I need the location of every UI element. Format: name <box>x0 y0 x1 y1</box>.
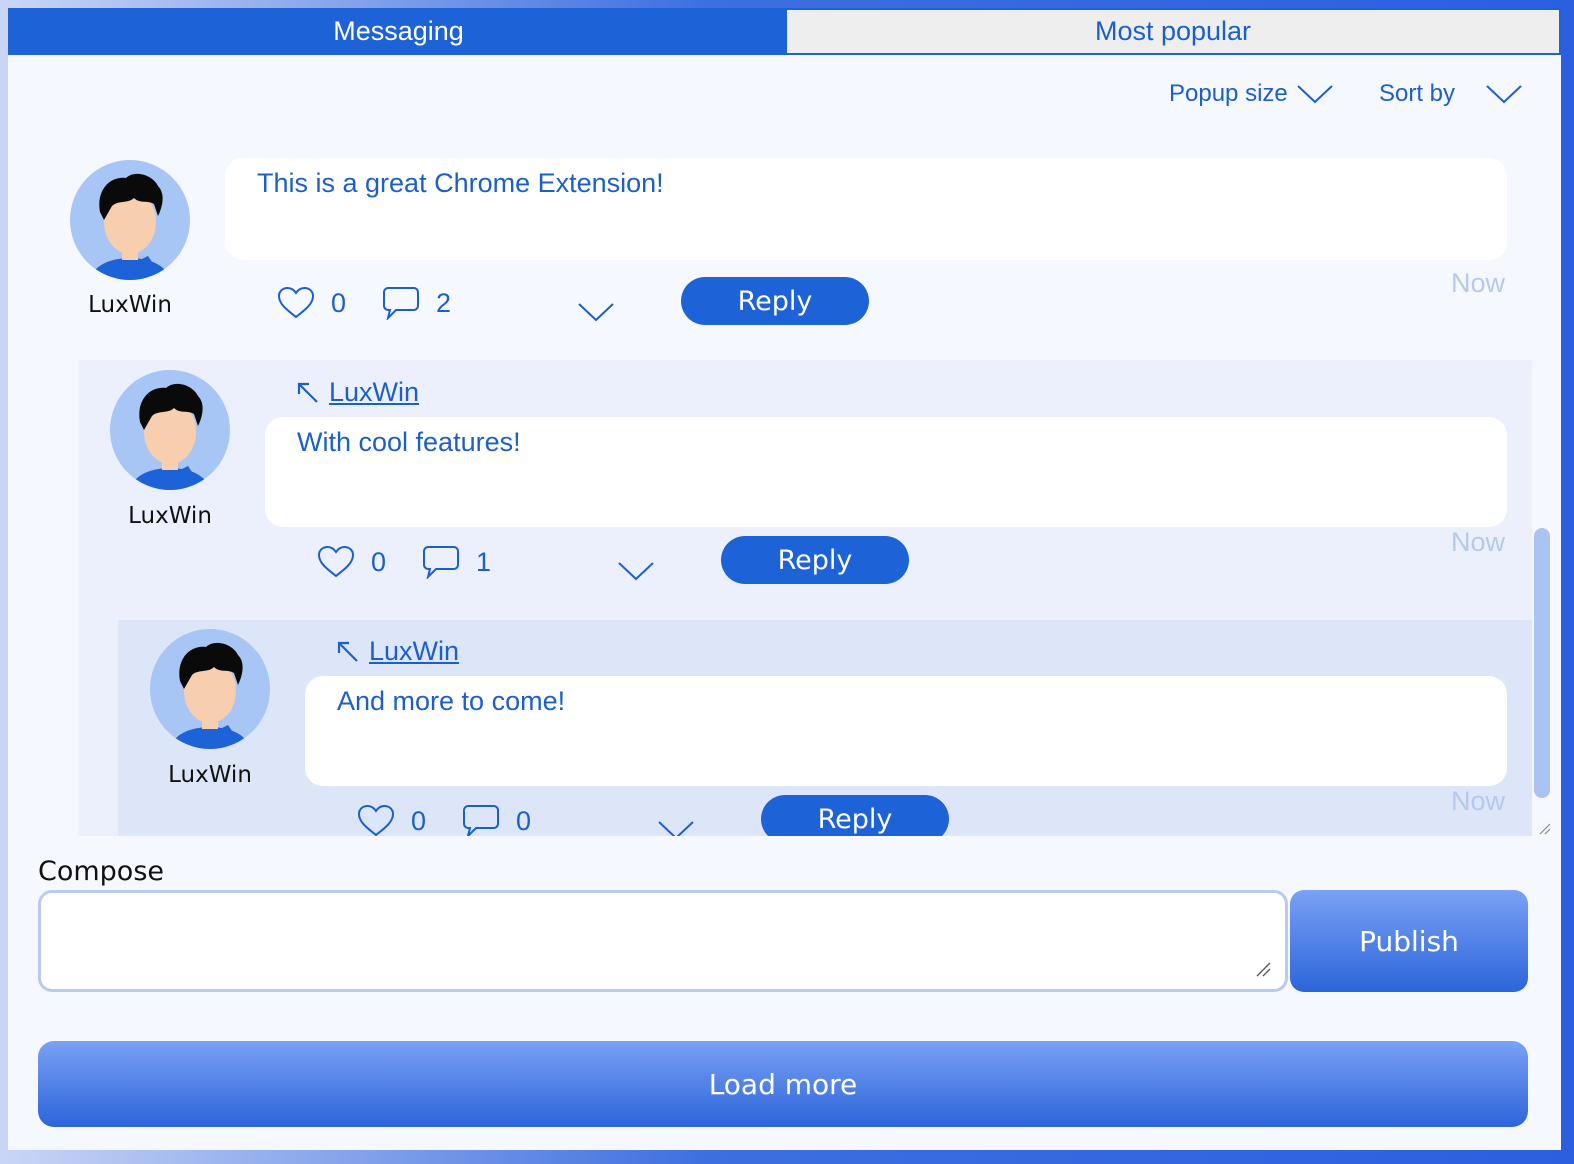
comment-stat: 1 <box>422 545 491 579</box>
chevron-down-icon[interactable] <box>657 819 695 836</box>
message-bubble: And more to come! <box>305 676 1507 786</box>
reply-button[interactable]: Reply <box>761 795 949 836</box>
like-count: 0 <box>411 805 427 836</box>
comment-count: 0 <box>516 805 532 836</box>
message-list[interactable]: LuxWin This is a great Chrome Extension!… <box>8 128 1541 836</box>
comment-count: 1 <box>476 546 492 577</box>
user-avatar-icon <box>92 173 168 280</box>
avatar[interactable] <box>70 160 190 280</box>
chevron-down-icon[interactable] <box>577 301 615 323</box>
comment-count: 2 <box>436 287 452 318</box>
comment-icon <box>423 546 459 579</box>
arrow-up-left-icon <box>297 382 318 403</box>
resize-grip-icon[interactable] <box>1536 820 1552 836</box>
reply-to-link[interactable]: LuxWin <box>335 636 459 667</box>
user-avatar-icon <box>132 383 208 490</box>
like-count: 0 <box>331 287 347 318</box>
avatar[interactable] <box>150 629 270 749</box>
like-stat: 0 <box>277 286 346 320</box>
message-time: Now <box>1451 527 1506 557</box>
message-text: With cool features! <box>297 427 521 457</box>
message-bubble: With cool features! <box>265 417 1507 527</box>
heart-icon <box>277 286 315 319</box>
like-stat: 0 <box>357 804 426 836</box>
comment-icon <box>383 287 419 320</box>
reply-to-link[interactable]: LuxWin <box>295 377 419 408</box>
tab-messaging[interactable]: Messaging <box>10 10 787 53</box>
comment-icon <box>463 805 499 836</box>
popup-size-label: Popup size <box>1169 80 1288 107</box>
compose-label: Compose <box>38 856 165 887</box>
scrollbar-thumb[interactable] <box>1534 528 1550 798</box>
reply-button[interactable]: Reply <box>721 536 909 584</box>
message-time: Now <box>1451 786 1506 816</box>
reply-button[interactable]: Reply <box>681 277 869 325</box>
compose-input[interactable] <box>38 890 1288 992</box>
comments-button[interactable] <box>462 804 500 836</box>
reply-to-author: LuxWin <box>329 377 420 407</box>
chevron-down-icon[interactable] <box>617 560 655 582</box>
heart-icon <box>357 804 395 836</box>
popup-frame: Messaging Most popular Popup size Sort b… <box>8 8 1561 1150</box>
message-text: And more to come! <box>337 686 566 716</box>
publish-button[interactable]: Publish <box>1290 890 1528 992</box>
like-button[interactable] <box>277 286 315 320</box>
message-time: Now <box>1451 268 1506 298</box>
avatar[interactable] <box>110 370 230 490</box>
message-bubble: This is a great Chrome Extension! <box>225 158 1507 260</box>
load-more-button[interactable]: Load more <box>38 1041 1528 1127</box>
comments-button[interactable] <box>382 286 420 320</box>
author-name: LuxWin <box>168 762 252 788</box>
author-name: LuxWin <box>88 292 172 318</box>
arrow-up-left-icon <box>337 641 358 662</box>
chevron-down-icon <box>1297 85 1333 104</box>
comments-button[interactable] <box>422 545 460 579</box>
reply-to-author: LuxWin <box>369 636 460 666</box>
chevron-down-icon <box>1486 85 1522 104</box>
author-name: LuxWin <box>128 503 212 529</box>
user-avatar-icon <box>172 642 248 749</box>
message-text: This is a great Chrome Extension! <box>257 168 664 198</box>
like-count: 0 <box>371 546 387 577</box>
tab-bar: Messaging Most popular <box>8 8 1561 55</box>
sort-by-label: Sort by <box>1379 80 1456 107</box>
heart-icon <box>317 545 355 578</box>
like-button[interactable] <box>317 545 355 579</box>
comment-stat: 0 <box>462 804 531 836</box>
like-button[interactable] <box>357 804 395 836</box>
tab-most-popular[interactable]: Most popular <box>787 10 1559 53</box>
comment-stat: 2 <box>382 286 451 320</box>
like-stat: 0 <box>317 545 386 579</box>
popup-size-dropdown[interactable]: Popup size <box>1169 80 1334 108</box>
sort-by-dropdown[interactable]: Sort by <box>1379 80 1523 108</box>
